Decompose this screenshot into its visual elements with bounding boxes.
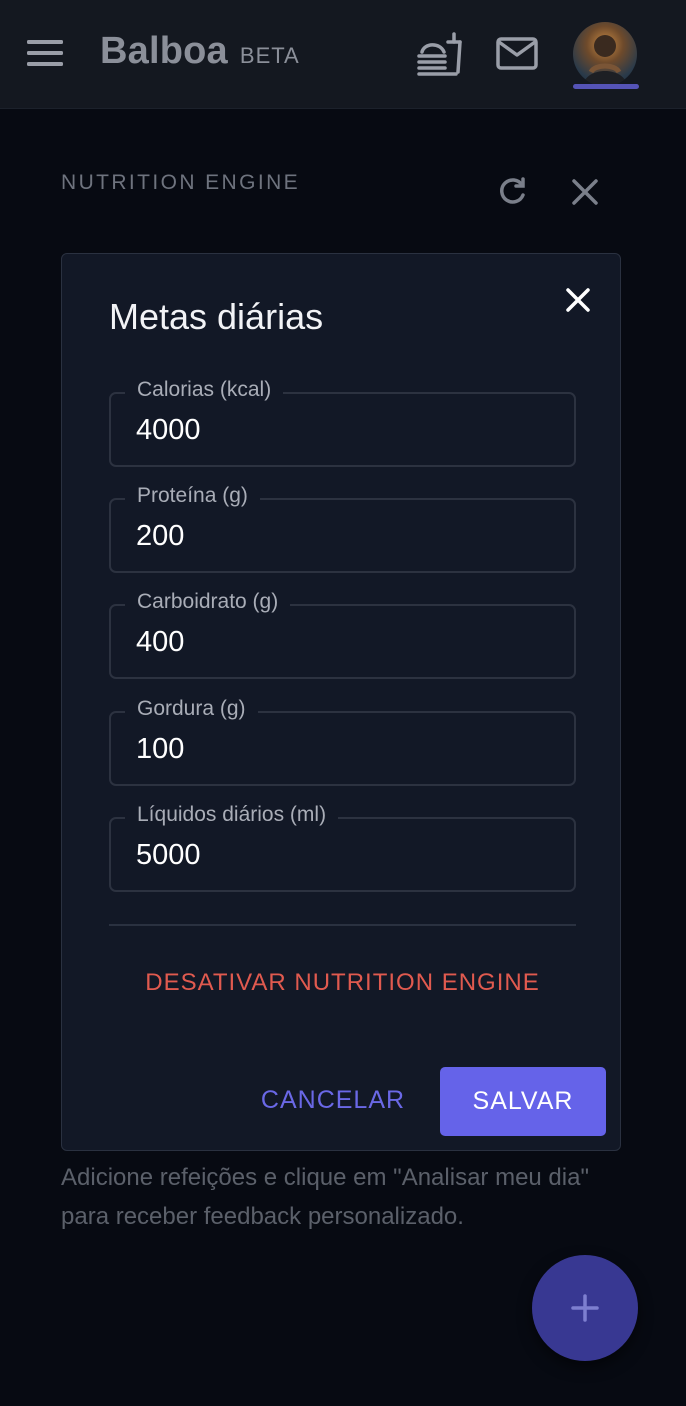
liquids-field[interactable]: Líquidos diários (ml) bbox=[109, 803, 576, 892]
close-icon bbox=[572, 179, 598, 205]
liquids-input[interactable] bbox=[136, 839, 556, 872]
mail-icon bbox=[496, 37, 538, 70]
refresh-icon bbox=[500, 177, 525, 204]
carbs-input[interactable] bbox=[136, 626, 556, 659]
menu-button[interactable] bbox=[22, 30, 68, 76]
plus-icon bbox=[571, 1294, 599, 1322]
mail-button[interactable] bbox=[494, 34, 540, 74]
field-label: Líquidos diários (ml) bbox=[125, 803, 339, 827]
fat-field[interactable]: Gordura (g) bbox=[109, 697, 576, 786]
protein-input[interactable] bbox=[136, 520, 556, 553]
close-icon bbox=[566, 288, 590, 312]
carbs-field[interactable]: Carboidrato (g) bbox=[109, 590, 576, 679]
dialog-close-button[interactable] bbox=[562, 284, 594, 316]
save-button[interactable]: SALVAR bbox=[440, 1067, 606, 1136]
close-panel-button[interactable] bbox=[566, 173, 604, 211]
hint-text: Adicione refeições e clique em "Analisar… bbox=[61, 1164, 589, 1230]
brand-name: Balboa bbox=[100, 30, 228, 72]
fat-input[interactable] bbox=[136, 733, 556, 766]
avatar[interactable] bbox=[573, 22, 637, 86]
cancel-button[interactable]: CANCELAR bbox=[246, 1086, 420, 1115]
refresh-button[interactable] bbox=[493, 173, 531, 211]
field-label: Proteína (g) bbox=[125, 484, 260, 508]
divider bbox=[109, 924, 576, 926]
avatar-image bbox=[583, 35, 627, 86]
calories-field[interactable]: Calorias (kcal) bbox=[109, 378, 576, 467]
food-button[interactable] bbox=[414, 30, 466, 78]
calories-input[interactable] bbox=[136, 414, 556, 447]
add-meal-button[interactable] bbox=[532, 1255, 638, 1361]
field-label: Carboidrato (g) bbox=[125, 590, 291, 614]
dialog-title: Metas diárias bbox=[109, 296, 324, 337]
active-indicator bbox=[573, 84, 639, 89]
daily-goals-dialog: Metas diárias Calorias (kcal) Proteína (… bbox=[61, 253, 621, 1151]
brand[interactable]: Balboa BETA bbox=[100, 30, 300, 73]
field-label: Gordura (g) bbox=[125, 697, 258, 721]
menu-icon bbox=[27, 40, 63, 66]
beta-badge: BETA bbox=[239, 43, 300, 68]
section-label: NUTRITION ENGINE bbox=[61, 171, 301, 194]
protein-field[interactable]: Proteína (g) bbox=[109, 484, 576, 573]
food-tray-icon bbox=[417, 32, 462, 76]
app-bar: Balboa BETA bbox=[0, 0, 686, 109]
field-label: Calorias (kcal) bbox=[125, 378, 284, 402]
deactivate-engine-button[interactable]: DESATIVAR NUTRITION ENGINE bbox=[109, 969, 576, 997]
